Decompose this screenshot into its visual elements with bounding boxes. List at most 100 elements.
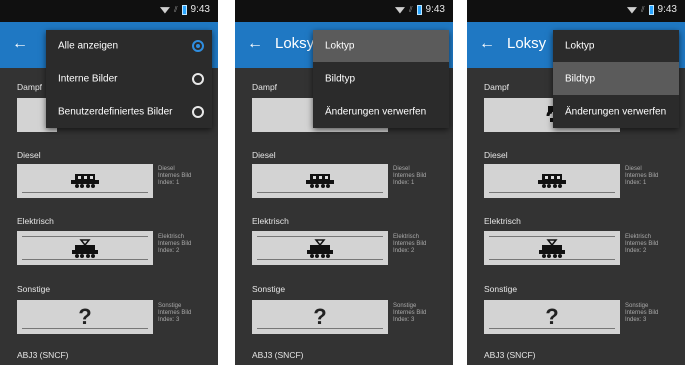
meta-index: Index: 3 [625,317,647,323]
meta-index: Index: 3 [393,317,415,323]
meta-type: Internes Bild [393,310,427,316]
meta-index: Index: 1 [158,180,180,186]
card-meta-diesel: Diesel Internes Bild Index: 1 [625,166,681,187]
meta-index: Index: 3 [158,317,180,323]
menu-item-label: Loktyp [565,40,595,52]
card-sonstige[interactable]: ? [252,300,388,334]
meta-name: Sonstige [625,303,649,309]
diesel-loco-icon [71,174,99,188]
phone-screen-3: ⫽ 9:43 ← Loksy Dampf Diesel Diesel Inter… [467,0,685,365]
meta-name: Diesel [625,166,642,172]
app-title: Loksy [507,35,547,52]
card-diesel[interactable] [484,164,620,198]
wifi-icon [159,7,170,14]
meta-index: Index: 1 [393,180,415,186]
card-diesel[interactable] [252,164,388,198]
section-label-diesel: Diesel [17,150,41,160]
status-time: 9:43 [657,4,677,15]
meta-name: Sonstige [393,303,417,309]
section-label-diesel: Diesel [252,150,276,160]
meta-type: Internes Bild [393,173,427,179]
menu-item-label: Alle anzeigen [58,40,119,52]
menu-item-bildtyp[interactable]: Bildtyp [313,62,449,95]
electric-loco-icon [307,239,333,258]
card-meta-sonstige: Sonstige Internes Bild Index: 3 [158,303,214,324]
phone-screen-2: ⫽ 9:43 ← Loksy Dampf Diesel Diesel Inter… [235,0,453,365]
meta-name: Elektrisch [393,234,420,240]
electric-loco-icon [539,239,565,258]
status-time: 9:43 [190,4,210,15]
overflow-popup-menu: Loktyp Bildtyp Änderungen verwerfen [553,30,679,128]
meta-index: Index: 2 [158,248,180,254]
meta-type: Internes Bild [158,310,192,316]
section-label-elektrisch: Elektrisch [17,216,54,226]
meta-name: Diesel [393,166,410,172]
list-item-abj3[interactable]: ABJ3 (SNCF) [252,350,303,360]
section-label-elektrisch: Elektrisch [252,216,289,226]
phone-screen-1: ⫽ 9:43 ← Dampf Diesel Diesel Internes Bi… [0,0,218,365]
section-label-diesel: Diesel [484,150,508,160]
section-label-elektrisch: Elektrisch [484,216,521,226]
signal-icon: ⫽ [408,4,413,14]
list-item-abj3[interactable]: ABJ3 (SNCF) [484,350,535,360]
meta-index: Index: 2 [393,248,415,254]
card-meta-elektrisch: Elektrisch Internes Bild Index: 2 [393,234,449,255]
card-sonstige[interactable]: ? [17,300,153,334]
status-time: 9:43 [425,4,445,15]
wifi-icon [626,7,637,14]
card-meta-diesel: Diesel Internes Bild Index: 1 [393,166,449,187]
filter-popup-menu: Alle anzeigen Interne Bilder Benutzerdef… [46,30,212,128]
card-diesel[interactable] [17,164,153,198]
diesel-loco-icon [538,174,566,188]
menu-item-label: Loktyp [325,40,355,52]
section-label-sonstige: Sonstige [484,284,518,294]
overflow-popup-menu: Loktyp Bildtyp Änderungen verwerfen [313,30,449,128]
card-elektrisch[interactable] [484,231,620,265]
menu-item-benutzerdefiniertes-bilder[interactable]: Benutzerdefiniertes Bilder [46,95,212,128]
meta-type: Internes Bild [625,241,659,247]
diesel-loco-icon [306,174,334,188]
meta-name: Diesel [158,166,175,172]
question-mark-icon: ? [545,304,559,329]
meta-index: Index: 1 [625,180,647,186]
meta-name: Elektrisch [625,234,652,240]
radio-unselected-icon[interactable] [192,72,204,85]
status-bar: ⫽ 9:43 [0,0,218,22]
menu-item-label: Änderungen verwerfen [565,106,667,117]
menu-item-bildtyp[interactable]: Bildtyp [553,62,679,95]
list-item-abj3[interactable]: ABJ3 (SNCF) [17,350,68,360]
section-label-dampf: Dampf [252,82,278,92]
meta-type: Internes Bild [393,241,427,247]
meta-type: Internes Bild [625,310,659,316]
back-arrow-icon[interactable]: ← [247,34,263,54]
card-meta-sonstige: Sonstige Internes Bild Index: 3 [393,303,449,324]
menu-item-alle-anzeigen[interactable]: Alle anzeigen [46,30,212,62]
electric-loco-icon [72,239,98,258]
menu-item-label: Benutzerdefiniertes Bilder [58,106,173,117]
menu-item-interne-bilder[interactable]: Interne Bilder [46,62,212,95]
card-elektrisch[interactable] [17,231,153,265]
card-meta-elektrisch: Elektrisch Internes Bild Index: 2 [158,234,214,255]
back-arrow-icon[interactable]: ← [479,34,495,54]
meta-type: Internes Bild [625,173,659,179]
meta-name: Elektrisch [158,234,185,240]
menu-item-loktyp[interactable]: Loktyp [313,30,449,62]
radio-selected-icon[interactable] [192,40,204,52]
meta-type: Internes Bild [158,241,192,247]
meta-index: Index: 2 [625,248,647,254]
card-elektrisch[interactable] [252,231,388,265]
battery-icon [181,4,187,15]
battery-icon [416,4,422,15]
meta-name: Sonstige [158,303,182,309]
back-arrow-icon[interactable]: ← [12,34,28,54]
menu-item-aenderungen-verwerfen[interactable]: Änderungen verwerfen [553,95,679,128]
menu-item-aenderungen-verwerfen[interactable]: Änderungen verwerfen [313,95,449,128]
card-meta-sonstige: Sonstige Internes Bild Index: 3 [625,303,681,324]
section-label-dampf: Dampf [17,82,43,92]
radio-unselected-icon[interactable] [192,105,204,118]
menu-item-loktyp[interactable]: Loktyp [553,30,679,62]
card-meta-elektrisch: Elektrisch Internes Bild Index: 2 [625,234,681,255]
card-sonstige[interactable]: ? [484,300,620,334]
signal-icon: ⫽ [173,4,178,14]
section-label-sonstige: Sonstige [252,284,286,294]
